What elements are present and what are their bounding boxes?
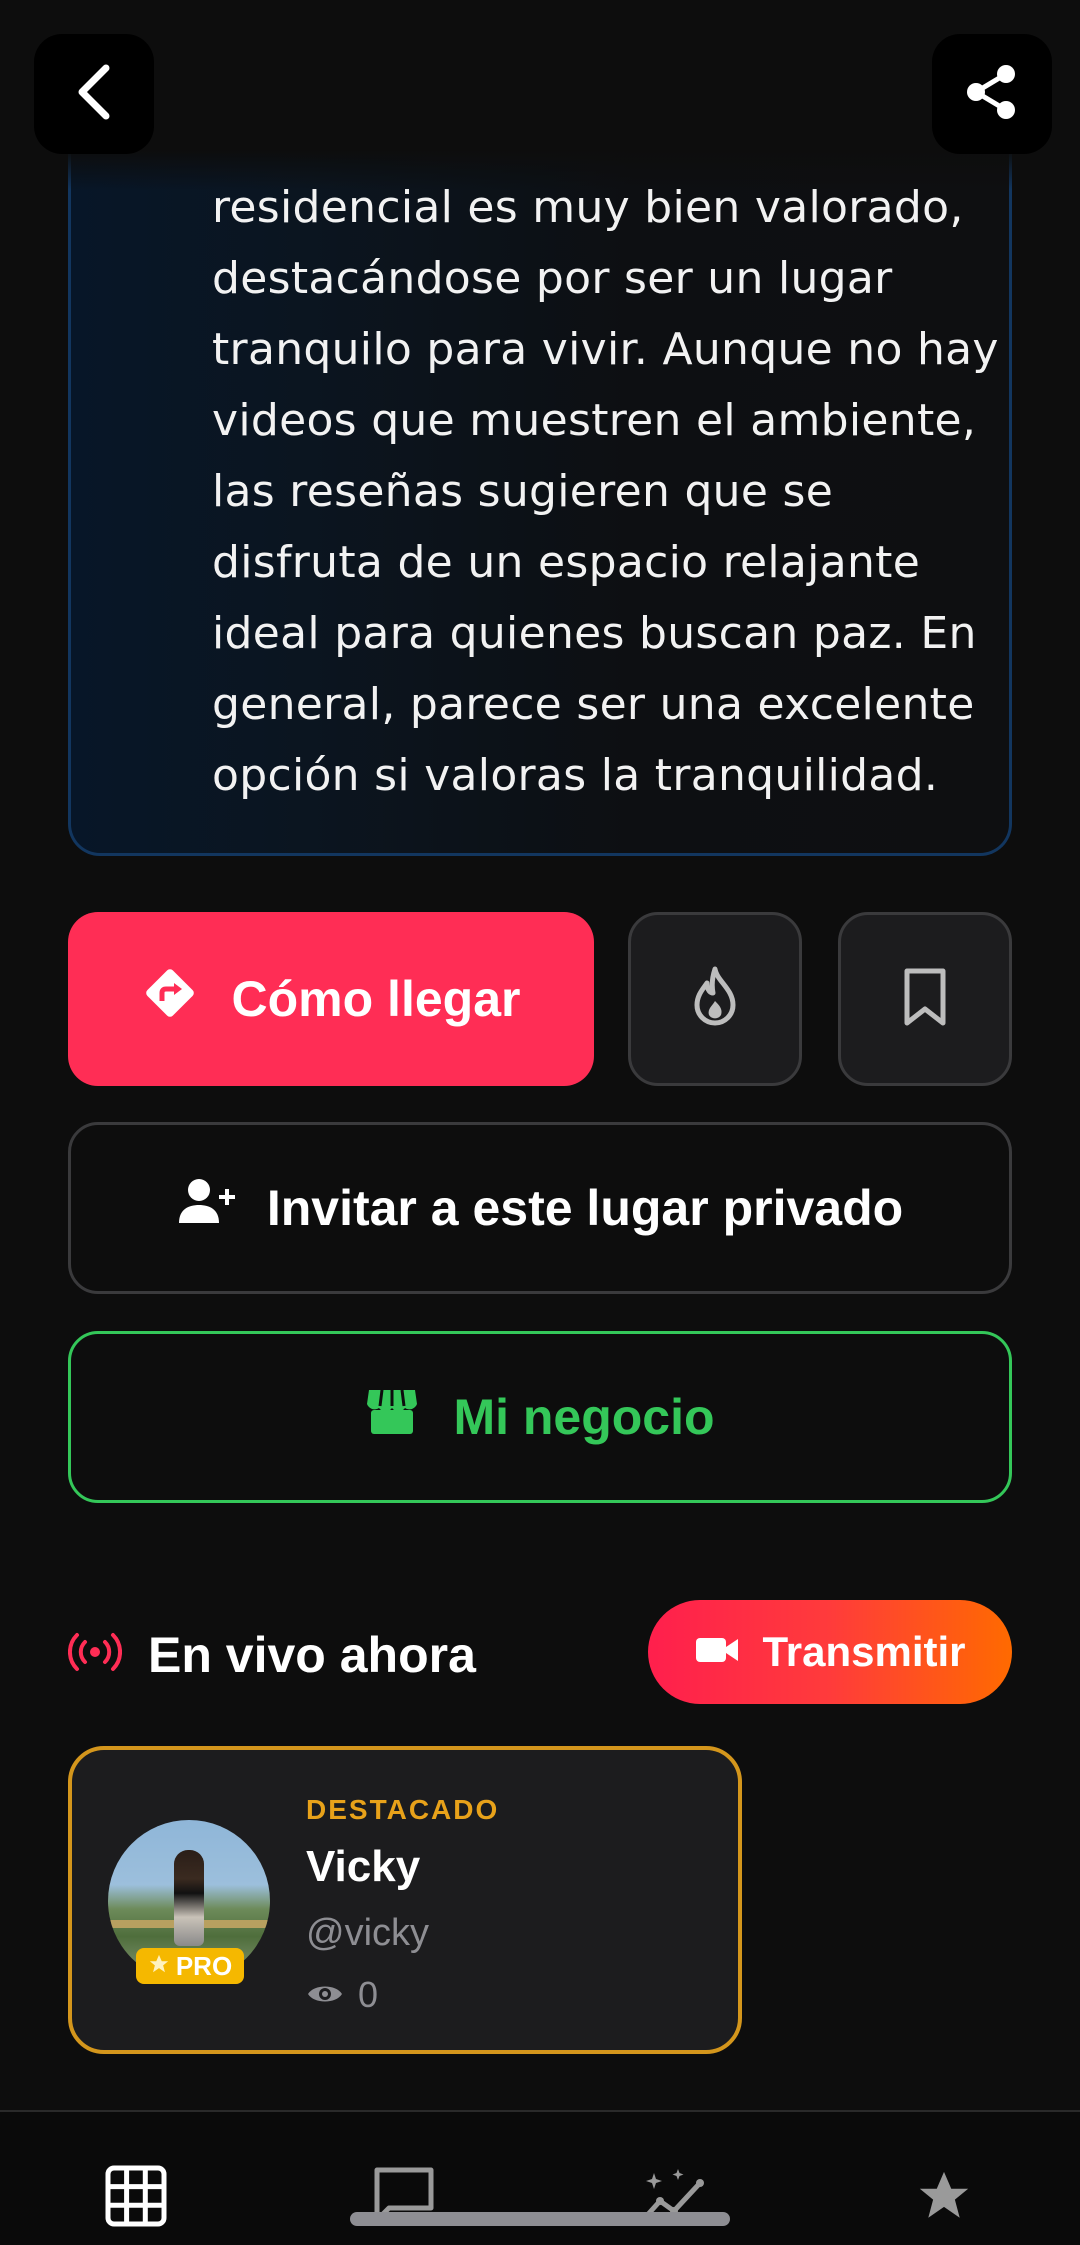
business-button[interactable]: Mi negocio	[68, 1331, 1012, 1503]
home-indicator[interactable]	[350, 2212, 730, 2226]
viewer-count-value: 0	[358, 1974, 379, 2015]
nav-favorites[interactable]	[904, 2158, 984, 2238]
viewer-count: 0	[306, 1974, 378, 2016]
live-stream-card[interactable]: PRO DESTACADO Vicky @vicky 0	[68, 1746, 742, 2054]
live-section-header: En vivo ahora	[67, 1620, 476, 1690]
person-add-icon	[177, 1177, 237, 1239]
stream-button[interactable]: Transmitir	[648, 1600, 1012, 1704]
eye-icon	[306, 1974, 344, 2016]
business-label: Mi negocio	[453, 1389, 715, 1445]
directions-label: Cómo llegar	[231, 971, 521, 1027]
share-icon	[964, 64, 1020, 125]
grid-icon	[105, 2165, 167, 2232]
place-detail-screen: residencial es muy bien valorado, destac…	[0, 0, 1080, 2245]
featured-badge: DESTACADO	[306, 1794, 500, 1825]
nav-trending[interactable]	[634, 2158, 714, 2238]
pro-badge: PRO	[136, 1948, 244, 1984]
invite-label: Invitar a este lugar privado	[266, 1180, 904, 1236]
star-icon	[148, 1951, 170, 1982]
star-icon	[914, 2167, 974, 2230]
fire-icon	[687, 965, 743, 1034]
nav-messages[interactable]	[364, 2158, 444, 2238]
live-title: En vivo ahora	[148, 1627, 476, 1683]
bookmark-button[interactable]	[838, 912, 1012, 1086]
description-text: residencial es muy bien valorado, destac…	[212, 182, 999, 801]
stream-label: Transmitir	[762, 1628, 966, 1675]
streamer-handle: @vicky	[306, 1912, 430, 1954]
streamer-name: Vicky	[306, 1842, 421, 1891]
share-button[interactable]	[932, 34, 1052, 154]
directions-button[interactable]: Cómo llegar	[68, 912, 594, 1086]
store-icon	[365, 1386, 419, 1448]
broadcast-icon	[67, 1626, 123, 1684]
fire-button[interactable]	[628, 912, 802, 1086]
nav-grid[interactable]	[96, 2158, 176, 2238]
avatar-person	[174, 1850, 204, 1946]
back-button[interactable]	[34, 34, 154, 154]
video-camera-icon	[694, 1628, 740, 1676]
invite-button[interactable]: Invitar a este lugar privado	[68, 1122, 1012, 1294]
bookmark-icon	[901, 967, 949, 1032]
pro-label: PRO	[175, 1950, 233, 1981]
directions-icon	[142, 965, 198, 1033]
chevron-left-icon	[72, 62, 116, 127]
